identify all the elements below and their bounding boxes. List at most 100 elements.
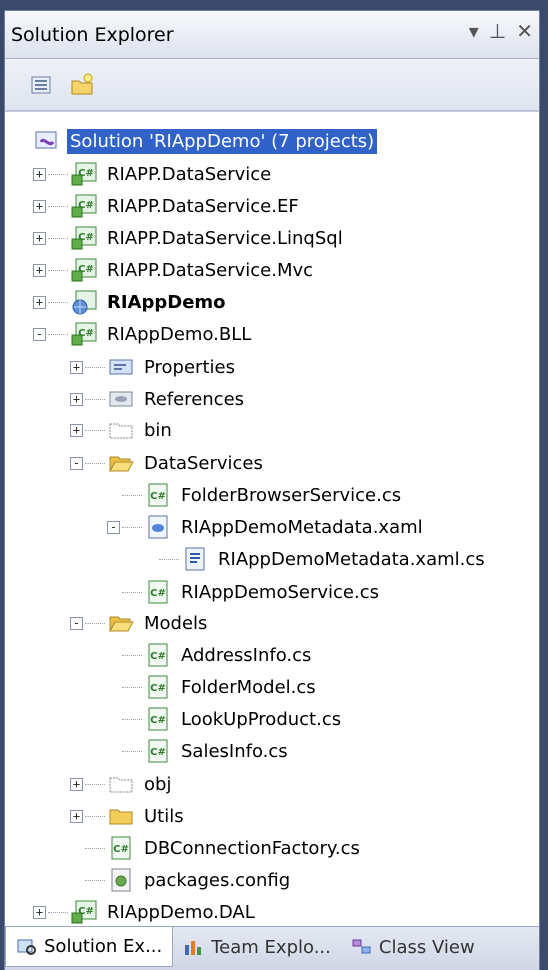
new-folder-button[interactable]: [67, 70, 97, 100]
tree-node[interactable]: C# RIAppDemo.DAL: [70, 897, 258, 927]
expand-icon[interactable]: +: [33, 200, 46, 213]
tree-node[interactable]: C# FolderBrowserService.cs: [144, 480, 404, 510]
csharp-project-icon: C#: [70, 321, 98, 347]
tree-node[interactable]: packages.config: [107, 865, 293, 895]
tree-node[interactable]: C# LookUpProduct.cs: [144, 704, 344, 734]
tree-node[interactable]: DataServices: [107, 448, 266, 478]
csharp-project-icon: C#: [70, 257, 98, 283]
tree-connector: [85, 367, 105, 368]
svg-text:C#: C#: [150, 747, 166, 758]
tree-connector: [48, 206, 68, 207]
tree-node-label: Utils: [144, 805, 184, 827]
tree-node-label: SalesInfo.cs: [181, 740, 288, 762]
tree-node[interactable]: RIAppDemo: [70, 287, 229, 317]
tree-node[interactable]: C# RIAPP.DataService.EF: [70, 191, 302, 221]
expand-icon[interactable]: +: [70, 393, 83, 406]
folder-outline-icon: [107, 771, 135, 797]
tree-node-label: RIAppDemoService.cs: [181, 581, 379, 603]
tree-node[interactable]: RIAppDemoMetadata.xaml: [144, 512, 426, 542]
expand-icon[interactable]: +: [70, 810, 83, 823]
tree-connector: [122, 655, 142, 656]
solution-explorer-window: Solution Explorer ▾ ⊥ ✕ Solution 'RIAppD…: [4, 10, 540, 970]
tree-node[interactable]: C# RIAppDemo.BLL: [70, 319, 254, 349]
tree-connector: [85, 848, 105, 849]
code-behind-icon: [181, 546, 209, 572]
tree-node-label: RIAPP.DataService: [107, 163, 272, 185]
tree-connector: [48, 238, 68, 239]
class-view-icon: [352, 939, 371, 954]
expand-icon[interactable]: +: [70, 424, 83, 437]
tree-node-label: References: [144, 388, 245, 410]
tree-node-label: FolderBrowserService.cs: [181, 484, 402, 506]
tab-solution-explorer[interactable]: Solution Ex...: [5, 927, 174, 967]
chevron-down-icon[interactable]: ▾: [469, 19, 479, 43]
tree-node-label: RIAppDemoMetadata.xaml: [181, 516, 423, 538]
tree-node-label: packages.config: [144, 869, 291, 891]
csharp-file-icon: C#: [144, 738, 172, 764]
collapse-icon[interactable]: -: [107, 521, 120, 534]
title-bar: Solution Explorer ▾ ⊥ ✕: [5, 11, 539, 59]
svg-text:C#: C#: [113, 844, 129, 855]
tree-connector: [122, 719, 142, 720]
expand-icon[interactable]: +: [70, 361, 83, 374]
tree-node[interactable]: C# DBConnectionFactory.cs: [107, 833, 363, 863]
expand-icon[interactable]: +: [33, 168, 46, 181]
collapse-icon[interactable]: -: [70, 617, 83, 630]
tree-node[interactable]: RIAppDemoMetadata.xaml.cs: [181, 544, 488, 574]
tree-node[interactable]: Solution 'RIAppDemo' (7 projects): [33, 126, 378, 156]
tree-node-label: Solution 'RIAppDemo' (7 projects): [67, 128, 378, 154]
csharp-project-icon: C#: [70, 899, 98, 925]
tree-node[interactable]: bin: [107, 415, 175, 445]
expand-icon[interactable]: +: [33, 232, 46, 245]
folder-outline-icon: [107, 417, 135, 443]
tree-node[interactable]: obj: [107, 769, 174, 799]
tab-team-explorer[interactable]: Team Explo...: [173, 927, 341, 967]
expand-icon[interactable]: +: [33, 906, 46, 919]
tree-node[interactable]: C# FolderModel.cs: [144, 672, 319, 702]
new-folder-icon: [71, 73, 93, 94]
tree-connector: [122, 592, 142, 593]
xaml-file-icon: [144, 514, 172, 540]
tree-node[interactable]: C# RIAPP.DataService: [70, 159, 274, 189]
csharp-project-icon: C#: [70, 225, 98, 251]
tree-node[interactable]: C# RIAPP.DataService.Mvc: [70, 255, 316, 285]
tree-node[interactable]: C# RIAPP.DataService.LinqSql: [70, 223, 346, 253]
collapse-icon[interactable]: -: [33, 328, 46, 341]
tree-node-label: RIAppDemo.DAL: [107, 901, 255, 923]
solution-icon: [33, 128, 61, 154]
svg-text:C#: C#: [150, 588, 166, 599]
tab-class-view[interactable]: Class View: [341, 927, 485, 967]
solution-explorer-icon: [17, 939, 36, 955]
expand-icon[interactable]: +: [33, 264, 46, 277]
tree-node-label: bin: [144, 419, 172, 441]
tree-node-label: RIAPP.DataService.LinqSql: [107, 227, 343, 249]
tree-node[interactable]: Utils: [107, 801, 187, 831]
collapse-icon[interactable]: -: [70, 457, 83, 470]
tree-node[interactable]: Properties: [107, 352, 238, 382]
tree-node-label: DataServices: [144, 452, 263, 474]
tree-node[interactable]: Models: [107, 608, 210, 638]
tree-node[interactable]: C# RIAppDemoService.cs: [144, 577, 382, 607]
tab-label: Team Explo...: [211, 936, 331, 958]
expand-icon[interactable]: +: [33, 296, 46, 309]
tree-connector: [159, 559, 179, 560]
tree-node-label: FolderModel.cs: [181, 676, 316, 698]
folder-icon: [107, 803, 135, 829]
tree-connector: [48, 270, 68, 271]
properties-button[interactable]: [27, 70, 57, 100]
tree-connector: [48, 174, 68, 175]
tree-connector: [48, 334, 68, 335]
tool-tabs: Solution Ex... Team Explo... Class View: [5, 926, 539, 970]
pin-icon[interactable]: ⊥: [489, 19, 506, 43]
tree-node-label: AddressInfo.cs: [181, 644, 312, 666]
tree-connector: [85, 784, 105, 785]
csharp-file-icon: C#: [144, 482, 172, 508]
svg-text:C#: C#: [150, 715, 166, 726]
properties-icon: [31, 76, 51, 93]
tree-connector: [85, 430, 105, 431]
close-icon[interactable]: ✕: [516, 19, 533, 43]
tree-node[interactable]: C# AddressInfo.cs: [144, 640, 314, 670]
expand-icon[interactable]: +: [70, 778, 83, 791]
tree-node[interactable]: C# SalesInfo.cs: [144, 736, 291, 766]
tree-node[interactable]: References: [107, 384, 247, 414]
